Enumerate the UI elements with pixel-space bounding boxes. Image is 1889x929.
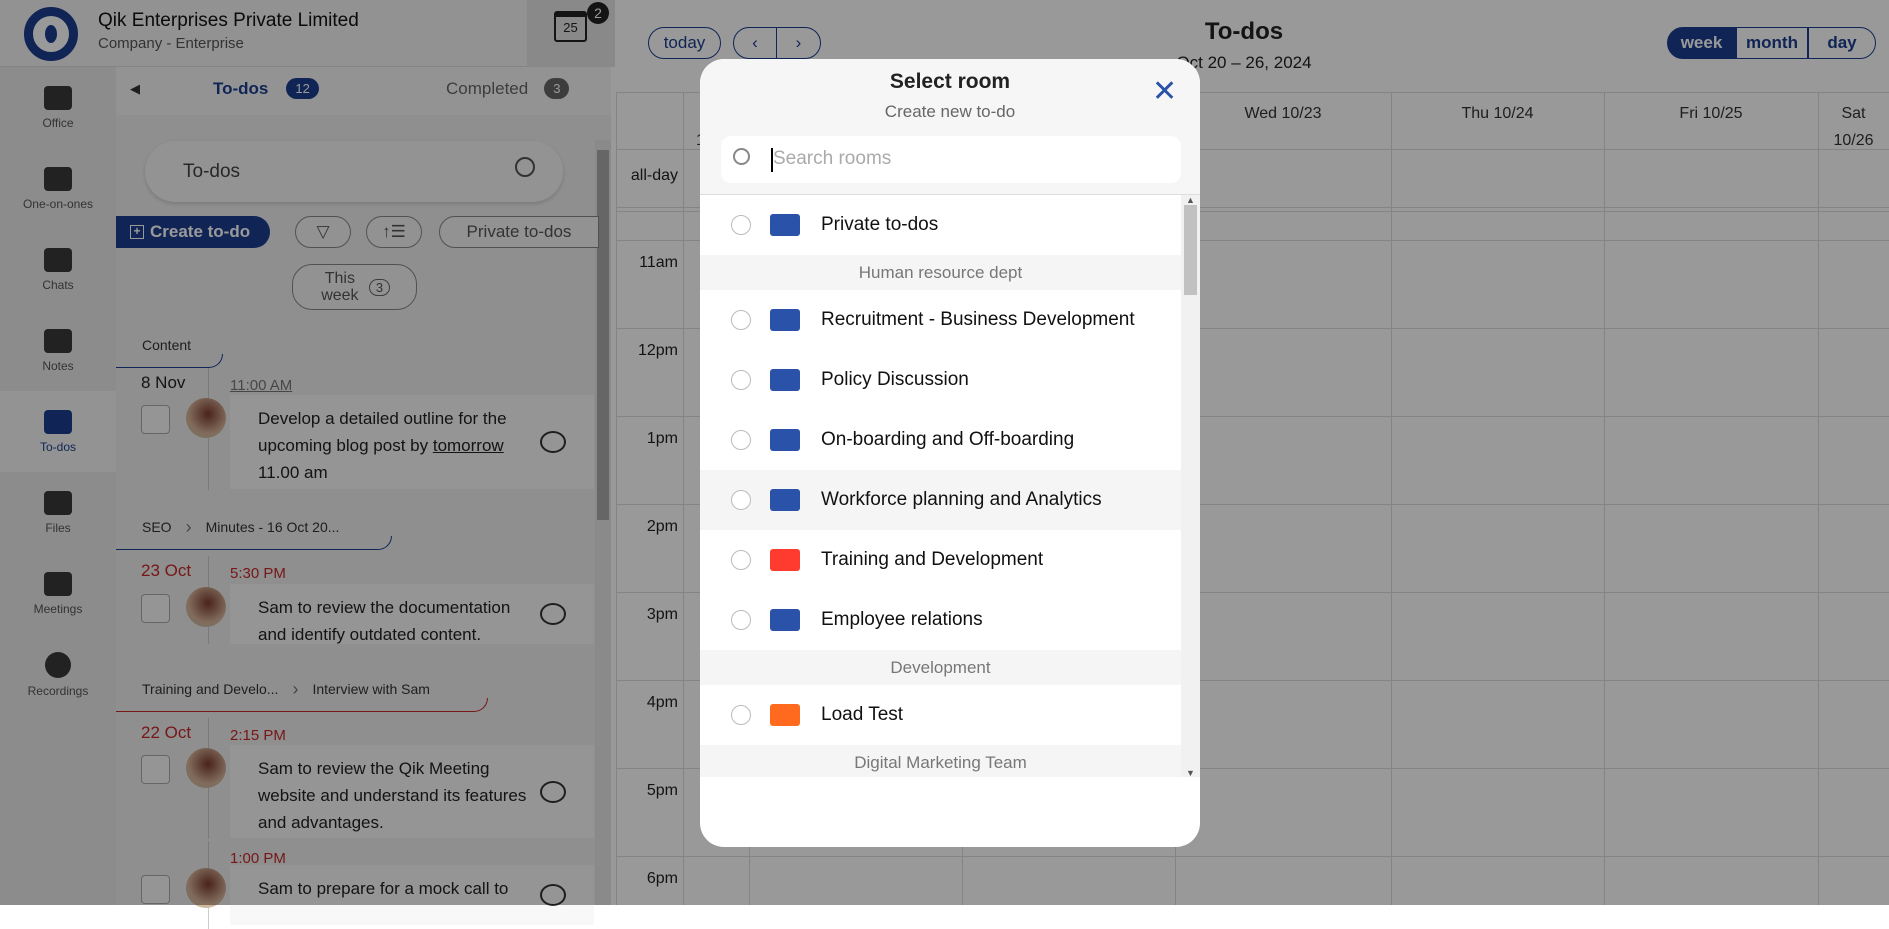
room-search-input[interactable]: Search rooms xyxy=(721,136,1181,183)
room-label: Recruitment - Business Development xyxy=(821,309,1135,330)
room-option[interactable]: On-boarding and Off-boarding xyxy=(700,410,1181,470)
room-label: Employee relations xyxy=(821,609,983,630)
radio-button[interactable] xyxy=(731,490,751,510)
room-color-swatch xyxy=(770,214,800,236)
close-icon: ✕ xyxy=(1152,75,1178,108)
close-button[interactable]: ✕ xyxy=(1152,77,1177,107)
room-label: Private to-dos xyxy=(821,214,939,235)
room-option[interactable]: Load Test xyxy=(700,685,1181,745)
room-color-swatch xyxy=(770,704,800,726)
room-option[interactable]: Training and Development xyxy=(700,530,1181,590)
search-icon xyxy=(733,148,750,165)
room-label: Workforce planning and Analytics xyxy=(821,489,1102,510)
room-option[interactable]: Private to-dos xyxy=(700,195,1181,255)
room-color-swatch xyxy=(770,549,800,571)
select-room-dialog: Select room Create new to-do ✕ Search ro… xyxy=(700,59,1200,847)
radio-button[interactable] xyxy=(731,215,751,235)
radio-button[interactable] xyxy=(731,370,751,390)
room-color-swatch xyxy=(770,609,800,631)
room-color-swatch xyxy=(770,309,800,331)
dialog-title: Select room xyxy=(889,70,1011,93)
radio-button[interactable] xyxy=(731,310,751,330)
room-color-swatch xyxy=(770,369,800,391)
room-label: Policy Discussion xyxy=(821,369,969,390)
room-option[interactable]: Workforce planning and Analytics xyxy=(700,470,1181,530)
radio-button[interactable] xyxy=(731,430,751,450)
room-label: Load Test xyxy=(821,704,904,725)
room-color-swatch xyxy=(770,429,800,451)
room-group-header: Human resource dept xyxy=(700,255,1181,290)
room-option[interactable]: Recruitment - Business Development xyxy=(700,290,1181,350)
room-option[interactable]: Employee relations xyxy=(700,590,1181,650)
radio-button[interactable] xyxy=(731,610,751,630)
room-group-header: Development xyxy=(700,650,1181,685)
room-list: Private to-dos Human resource dept Recruit… xyxy=(700,194,1200,777)
room-group-header: Digital Marketing Team xyxy=(700,745,1181,777)
room-label: Training and Development xyxy=(821,549,1044,570)
room-label: On-boarding and Off-boarding xyxy=(821,429,1075,450)
room-list-scrollbar[interactable]: ▲ ▼ xyxy=(1181,195,1200,777)
radio-button[interactable] xyxy=(731,550,751,570)
room-option[interactable]: Policy Discussion xyxy=(700,350,1181,410)
dialog-subtitle: Create new to-do xyxy=(884,102,1016,121)
radio-button[interactable] xyxy=(731,705,751,725)
room-color-swatch xyxy=(770,489,800,511)
